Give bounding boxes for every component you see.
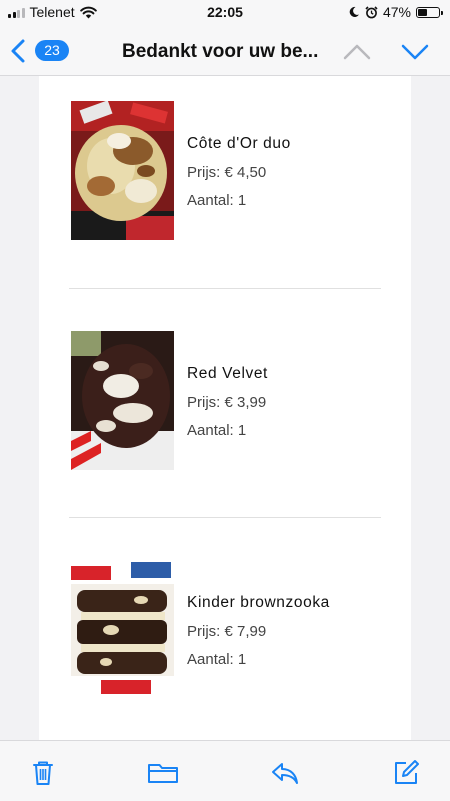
item-divider (69, 288, 381, 289)
product-price: Prijs: € 3,99 (187, 394, 267, 411)
order-item: Côte d'Or duo Prijs: € 4,50 Aantal: 1 (71, 101, 381, 241)
product-name: Kinder brownzooka (187, 594, 330, 611)
product-name: Côte d'Or duo (187, 135, 291, 152)
product-image-cote-dor-duo (71, 101, 174, 240)
battery-percentage: 47% (382, 4, 411, 20)
product-price: Prijs: € 7,99 (187, 623, 267, 640)
product-name: Red Velvet (187, 365, 268, 382)
previous-message-chevron-up-icon[interactable] (342, 42, 372, 62)
product-price: Prijs: € 4,50 (187, 164, 267, 181)
next-message-chevron-down-icon[interactable] (400, 42, 430, 62)
order-item: Red Velvet Prijs: € 3,99 Aantal: 1 (71, 331, 381, 471)
reply-icon[interactable] (270, 759, 300, 787)
status-right: 47% (348, 4, 443, 20)
moon-icon (349, 6, 359, 17)
product-info: Kinder brownzooka Prijs: € 7,99 Aantal: … (187, 594, 330, 679)
product-image-red-velvet (71, 331, 174, 470)
status-bar: Telenet 22:05 47% (0, 0, 450, 28)
back-chevron-icon[interactable] (8, 38, 30, 64)
product-image-kinder-brownzooka (71, 560, 174, 699)
folder-icon[interactable] (147, 759, 179, 787)
battery-level (418, 8, 427, 16)
mail-toolbar (0, 740, 450, 801)
mail-nav-bar: 23 Bedankt voor uw be... (0, 28, 450, 76)
battery-icon (416, 6, 443, 18)
unread-count-badge[interactable]: 23 (35, 40, 69, 61)
item-divider (69, 517, 381, 518)
trash-icon[interactable] (29, 759, 57, 787)
compose-icon[interactable] (392, 759, 420, 787)
product-info: Red Velvet Prijs: € 3,99 Aantal: 1 (187, 365, 268, 450)
order-item: Kinder brownzooka Prijs: € 7,99 Aantal: … (71, 560, 381, 700)
product-quantity: Aantal: 1 (187, 422, 247, 439)
product-info: Côte d'Or duo Prijs: € 4,50 Aantal: 1 (187, 135, 291, 220)
product-quantity: Aantal: 1 (187, 651, 247, 668)
product-quantity: Aantal: 1 (187, 192, 247, 209)
message-subject-title: Bedankt voor uw be... (122, 41, 319, 62)
alarm-icon (365, 5, 378, 18)
message-body: Côte d'Or duo Prijs: € 4,50 Aantal: 1 Re… (39, 76, 411, 740)
